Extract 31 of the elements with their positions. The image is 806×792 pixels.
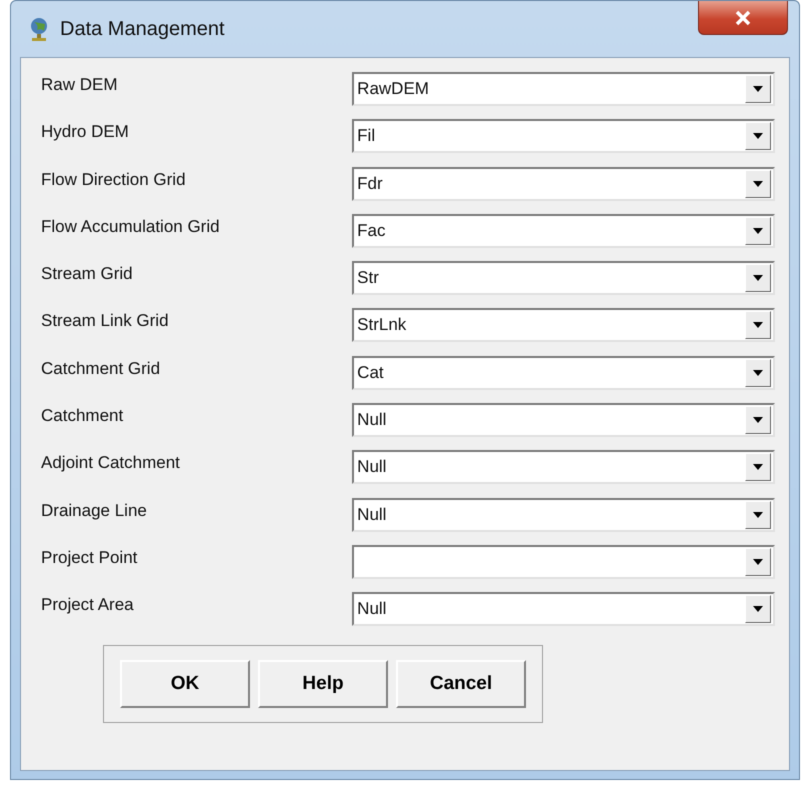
dropdown-field[interactable]: Null (352, 403, 775, 438)
field-label: Catchment Grid (41, 358, 162, 379)
field-label: Flow Direction Grid (41, 168, 187, 190)
close-icon[interactable] (734, 10, 752, 26)
dropdown-field[interactable]: StrLnk (352, 308, 775, 342)
field-label: Adjoint Catchment (41, 452, 181, 474)
field-label: Stream Grid (41, 263, 134, 284)
dialog-button[interactable]: Cancel (396, 660, 526, 708)
field-label: Project Point (41, 546, 138, 568)
dialog-button[interactable]: OK (120, 660, 250, 708)
dialog-button[interactable]: Help (258, 660, 388, 708)
dropdown-field[interactable]: Fac (352, 214, 775, 248)
dropdown-field[interactable]: Null (352, 450, 775, 484)
field-label: Catchment (41, 405, 124, 426)
field-label: Stream Link Grid (41, 310, 170, 332)
field-label: Raw DEM (41, 74, 119, 95)
dropdown-field[interactable]: Null (352, 498, 775, 532)
dropdown-field[interactable]: Fil (352, 119, 775, 154)
dropdown-field[interactable]: Str (352, 261, 775, 296)
field-label: Hydro DEM (41, 121, 130, 142)
dropdown-field[interactable]: Fdr (352, 166, 775, 201)
field-label: Project Area (41, 594, 135, 616)
dropdown-field[interactable]: Cat (352, 356, 775, 390)
field-label: Flow Accumulation Grid (41, 216, 221, 237)
close-button[interactable] (698, 1, 788, 35)
field-label: Drainage Line (41, 500, 148, 521)
dropdown-field[interactable] (352, 544, 775, 579)
window-title: Data Management (60, 18, 225, 40)
dropdown-field[interactable]: RawDEM (352, 72, 775, 106)
globe-icon (28, 16, 50, 42)
dropdown-field[interactable]: Null (352, 592, 775, 626)
